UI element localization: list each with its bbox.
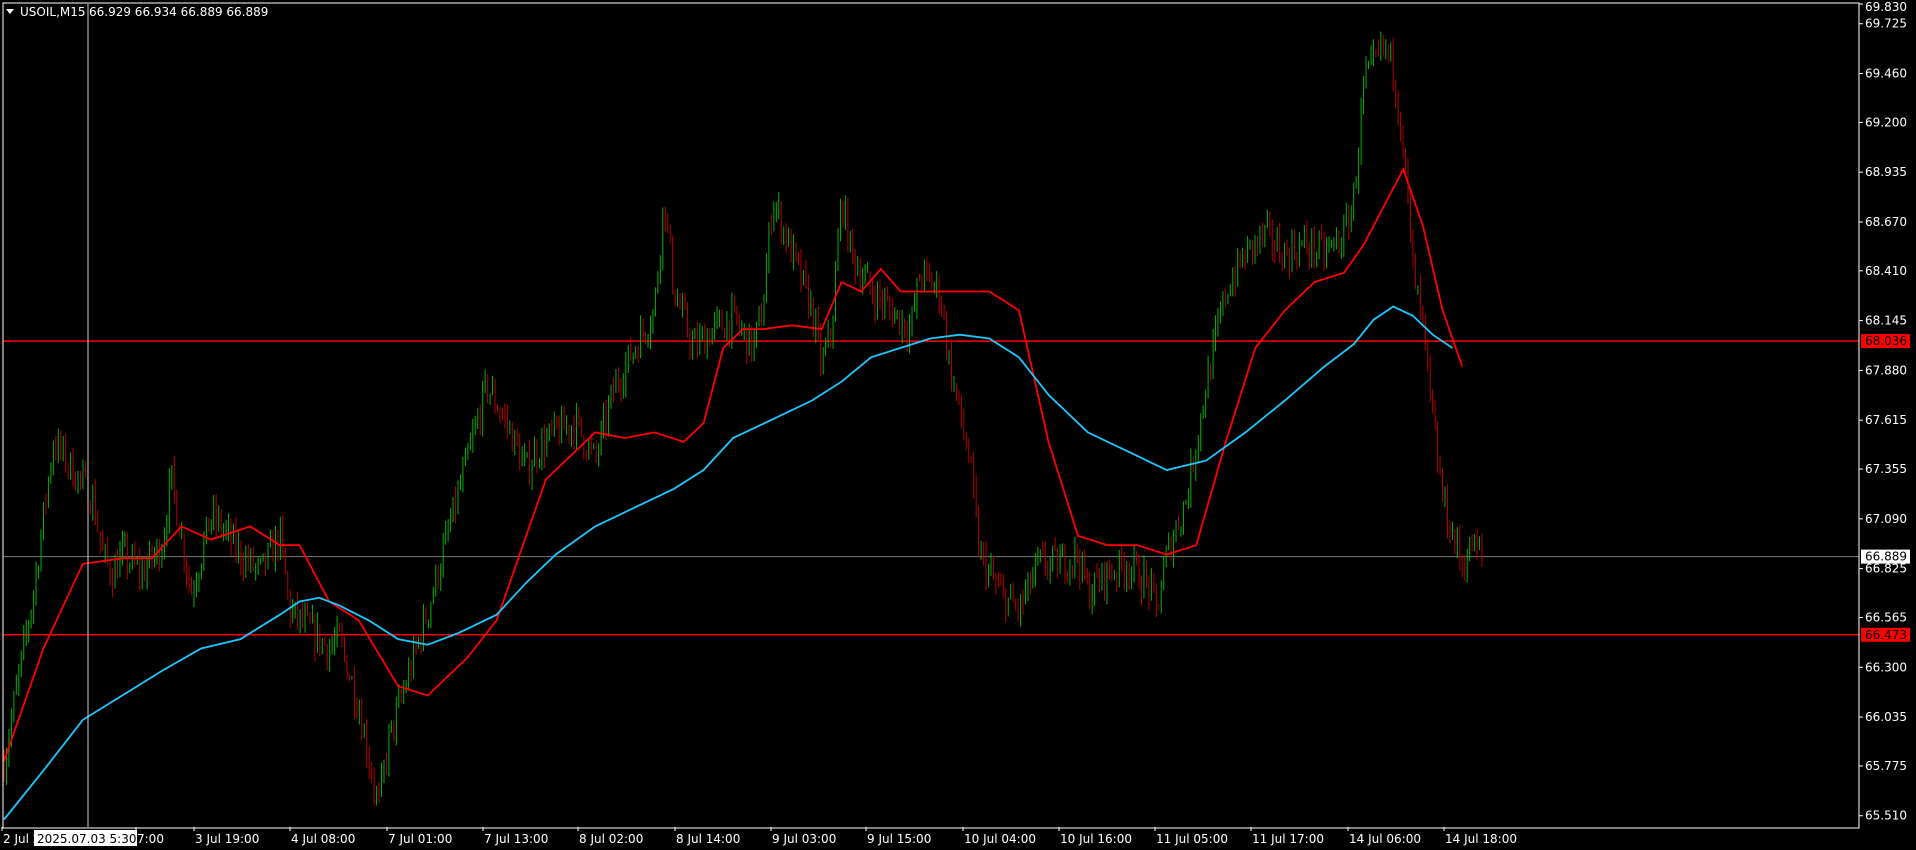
- chart-background: [0, 0, 1916, 850]
- y-tick-label: 68.670: [1865, 215, 1907, 229]
- x-tick-label: 11 Jul 05:00: [1156, 832, 1228, 846]
- y-tick-label: 66.825: [1865, 562, 1907, 576]
- y-tick-label: 65.510: [1865, 809, 1907, 823]
- y-tick-label: 69.460: [1865, 67, 1907, 81]
- y-tick-label: 69.830: [1865, 0, 1907, 14]
- y-tick-label: 69.200: [1865, 115, 1907, 129]
- x-tick-label: 8 Jul 14:00: [676, 832, 740, 846]
- y-tick-label: 68.410: [1865, 264, 1907, 278]
- x-tick-label: 9 Jul 03:00: [772, 832, 836, 846]
- y-tick-label: 69.725: [1865, 17, 1907, 31]
- y-tick-label: 66.565: [1865, 610, 1907, 624]
- level-price-label: 66.473: [1865, 628, 1907, 642]
- y-tick-label: 67.615: [1865, 413, 1907, 427]
- y-tick-label: 67.355: [1865, 462, 1907, 476]
- crosshair-time-label: 2025.07.03 5:30: [37, 832, 136, 846]
- ohlc-readout: 66.929 66.934 66.889 66.889: [89, 5, 268, 19]
- y-tick-label: 68.145: [1865, 314, 1907, 328]
- level-price-label: 68.036: [1865, 334, 1907, 348]
- x-tick-label: 3 Jul 19:00: [195, 832, 259, 846]
- y-tick-label: 66.035: [1865, 710, 1907, 724]
- x-tick-label: 10 Jul 04:00: [964, 832, 1036, 846]
- chart-header[interactable]: USOIL,M15 66.929 66.934 66.889 66.889: [6, 5, 268, 19]
- y-tick-label: 68.935: [1865, 165, 1907, 179]
- x-tick-label: 7 Jul 01:00: [388, 832, 452, 846]
- x-tick-label: 14 Jul 06:00: [1349, 832, 1421, 846]
- y-tick-label: 66.300: [1865, 660, 1907, 674]
- price-chart[interactable]: 69.830 69.725 69.460 69.200 68.935 68.670 68.4…: [0, 0, 1916, 850]
- x-tick-label: 7:00: [137, 832, 164, 846]
- y-tick-label: 65.775: [1865, 759, 1907, 773]
- x-tick-label: 14 Jul 18:00: [1445, 832, 1517, 846]
- x-tick-label: 8 Jul 02:00: [579, 832, 643, 846]
- x-tick-label: 10 Jul 16:00: [1060, 832, 1132, 846]
- x-tick-label: 9 Jul 15:00: [867, 832, 931, 846]
- y-tick-label: 67.090: [1865, 512, 1907, 526]
- x-tick-label: 7 Jul 13:00: [484, 832, 548, 846]
- bid-price-label: 66.889: [1865, 550, 1907, 564]
- crosshair-time-label-group: 2025.07.03 5:30: [34, 830, 137, 846]
- y-tick-label: 67.880: [1865, 363, 1907, 377]
- x-tick-label: 11 Jul 17:00: [1252, 832, 1324, 846]
- x-tick-label: 4 Jul 08:00: [291, 832, 355, 846]
- symbol-label: USOIL,M15: [20, 5, 86, 19]
